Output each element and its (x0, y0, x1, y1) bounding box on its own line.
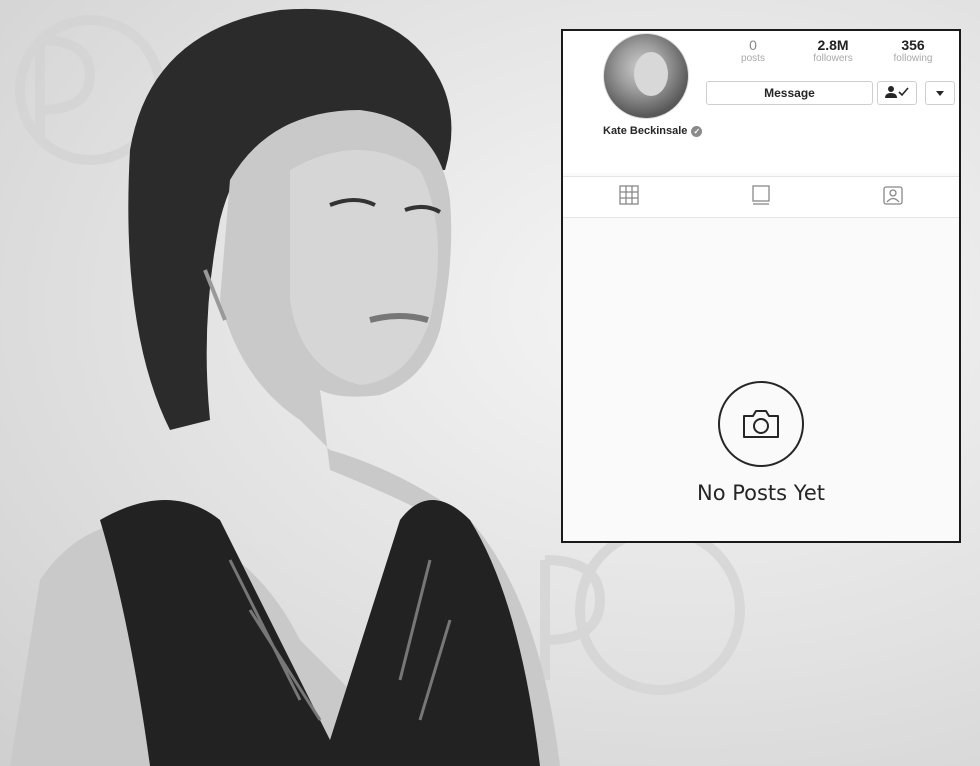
tab-list[interactable] (695, 177, 827, 217)
followers-count: 2.8M (817, 37, 849, 53)
grid-icon (619, 184, 639, 210)
profile-header: 0 posts 2.8M followers 356 following Mes… (563, 31, 959, 173)
following-count: 356 (901, 37, 925, 53)
list-icon (752, 184, 770, 210)
instagram-profile-screenshot: 0 posts 2.8M followers 356 following Mes… (561, 29, 961, 543)
camera-icon (718, 381, 804, 467)
tab-grid[interactable] (563, 177, 695, 217)
posts-count: 0 (749, 37, 757, 53)
more-options-button[interactable] (925, 81, 955, 105)
message-button[interactable]: Message (706, 81, 873, 105)
followers-label: followers (813, 53, 853, 64)
posts-stat[interactable]: 0 posts (713, 37, 793, 65)
empty-state-text: No Posts Yet (697, 481, 825, 505)
chevron-down-icon (936, 86, 944, 100)
following-stat[interactable]: 356 following (873, 37, 953, 65)
profile-stats: 0 posts 2.8M followers 356 following (713, 37, 953, 65)
avatar[interactable] (603, 33, 689, 119)
profile-username: Kate Beckinsale ✓ (603, 125, 703, 137)
following-toggle-button[interactable] (877, 81, 917, 105)
empty-state: No Posts Yet (563, 381, 959, 505)
following-label: following (893, 53, 933, 64)
person-check-icon (885, 85, 909, 102)
posts-label: posts (741, 53, 765, 64)
profile-tabs (563, 176, 959, 218)
tagged-icon (883, 185, 903, 210)
verified-badge-icon: ✓ (691, 125, 703, 137)
tab-tagged[interactable] (827, 177, 959, 217)
followers-stat[interactable]: 2.8M followers (793, 37, 873, 65)
username-text: Kate Beckinsale (603, 125, 688, 137)
